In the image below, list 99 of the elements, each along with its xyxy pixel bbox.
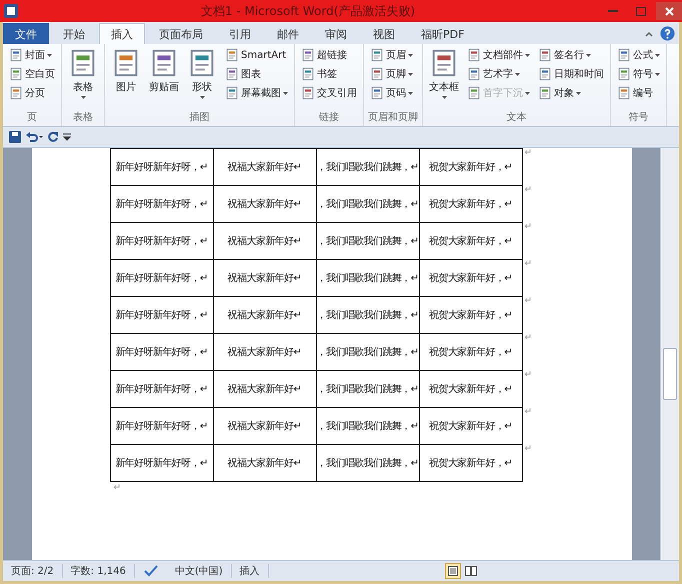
ribbon-tab[interactable]: 页面布局: [147, 23, 215, 44]
ribbon-button[interactable]: 空白页: [7, 65, 57, 83]
scrollbar[interactable]: [660, 148, 679, 560]
document-icon: [9, 48, 23, 62]
page-count: 页面: 2/2: [3, 564, 63, 578]
row-end-mark: ↵: [524, 222, 532, 232]
document-icon: [467, 67, 481, 81]
document-icon: [370, 48, 384, 62]
ribbon-button[interactable]: 交叉引用: [299, 84, 359, 102]
table-cell: 祝贺大家新年好，↵: [418, 148, 522, 186]
proofing-icon[interactable]: [142, 564, 159, 578]
group-label: 文本: [506, 110, 528, 125]
undo-icon[interactable]: [25, 131, 43, 143]
paragraph-mark: ↵: [114, 483, 122, 493]
group-label: 页: [26, 111, 38, 125]
scroll-thumb[interactable]: [663, 348, 677, 400]
ribbon-button[interactable]: 页脚: [368, 65, 415, 83]
ribbon-tab[interactable]: 审阅: [313, 23, 359, 44]
customize-icon[interactable]: [63, 133, 71, 141]
row-end-mark: ↵: [524, 370, 532, 380]
document-icon: [538, 86, 552, 100]
ribbon-button[interactable]: 编号: [615, 84, 662, 102]
app-icon: [4, 4, 18, 18]
ribbon-button[interactable]: 剪贴画: [147, 46, 181, 110]
ribbon-button[interactable]: 封面: [7, 46, 57, 64]
ribbon-button[interactable]: 超链接: [299, 46, 359, 64]
document-icon: [9, 67, 23, 81]
ribbon-button[interactable]: 形状: [185, 46, 219, 110]
ribbon-tab[interactable]: 邮件: [265, 23, 311, 44]
row-end-mark: ↵: [524, 148, 532, 158]
ribbon-tab[interactable]: 引用: [217, 23, 263, 44]
table-cell: 祝贺大家新年好，↵: [418, 444, 522, 482]
table-cell: 新年好呀新年好呀，↵: [110, 148, 214, 186]
row-end-mark: ↵: [524, 185, 532, 195]
book-icon: [465, 566, 477, 576]
ribbon-tab[interactable]: 开始: [51, 23, 97, 44]
document-icon: [467, 48, 481, 62]
document-icon: [617, 67, 631, 81]
document-icon: [9, 86, 23, 100]
ribbon-button[interactable]: 文档部件: [465, 46, 532, 64]
document-icon: [370, 67, 384, 81]
document-icon: [301, 67, 315, 81]
collapse-ribbon-icon[interactable]: [644, 29, 654, 39]
reading-view-button[interactable]: [463, 563, 479, 579]
document-icon: [617, 48, 631, 62]
document-icon: [301, 86, 315, 100]
document-icon: [225, 86, 239, 100]
document-icon: [370, 86, 384, 100]
document-icon: [467, 86, 481, 100]
document-icon: [617, 86, 631, 100]
insert-mode: 插入: [232, 564, 269, 578]
ribbon-button[interactable]: 页码: [368, 84, 415, 102]
row-end-mark: ↵: [524, 333, 532, 343]
document-icon: [225, 67, 239, 81]
ribbon-tab[interactable]: 文件: [3, 23, 49, 44]
document-icon: [538, 67, 552, 81]
document-icon: [225, 48, 239, 62]
ribbon-button[interactable]: 屏幕截图: [223, 84, 290, 102]
group-label: 符号: [628, 111, 650, 125]
ribbon-button[interactable]: 符号: [615, 65, 662, 83]
ribbon-button[interactable]: 对象: [536, 84, 606, 102]
ribbon-button[interactable]: 图片: [109, 46, 143, 110]
group-label: 表格: [72, 110, 94, 125]
close-button[interactable]: [656, 2, 682, 20]
group-label: 插图: [188, 111, 210, 125]
language: 中文(中国): [166, 564, 232, 578]
ribbon-button[interactable]: 表格: [66, 46, 100, 110]
help-icon[interactable]: [660, 26, 675, 41]
minimize-icon: [608, 9, 618, 13]
ribbon-button[interactable]: 页眉: [368, 46, 415, 64]
row-end-mark: ↵: [524, 259, 532, 269]
document-icon: [301, 48, 315, 62]
ribbon-button[interactable]: 书签: [299, 65, 359, 83]
ribbon-tab[interactable]: 视图: [361, 23, 407, 44]
page-icon: [448, 566, 458, 576]
ribbon-button[interactable]: 图表: [223, 65, 290, 83]
row-end-mark: ↵: [524, 296, 532, 306]
ribbon-button[interactable]: 签名行: [536, 46, 606, 64]
document-icon: [538, 48, 552, 62]
ribbon-button[interactable]: 艺术字: [465, 65, 532, 83]
row-end-mark: ↵: [524, 407, 532, 417]
table-cell: 新年好呀新年好呀，↵: [110, 444, 214, 482]
ribbon-button[interactable]: 分页: [7, 84, 57, 102]
ribbon-button[interactable]: 日期和时间: [536, 65, 606, 83]
ribbon-tab[interactable]: 福昕PDF: [409, 23, 476, 44]
group-label: 链接: [318, 110, 340, 125]
redo-icon[interactable]: [47, 131, 59, 143]
ribbon-button[interactable]: 公式: [615, 46, 662, 64]
print-layout-button[interactable]: [445, 563, 461, 579]
window-title: 文档1 - Microsoft Word(产品激活失败): [200, 2, 416, 20]
maximize-icon: [636, 6, 646, 16]
ribbon-tab[interactable]: 插入: [99, 23, 145, 44]
ribbon-button[interactable]: 文本框: [427, 46, 461, 110]
group-label: 页眉和页脚: [368, 110, 418, 125]
ribbon-button[interactable]: SmartArt: [223, 46, 290, 64]
save-icon[interactable]: [9, 131, 21, 143]
row-end-mark: ↵: [524, 444, 532, 454]
word-count: 字数: 1,146: [62, 564, 135, 578]
close-icon: [664, 6, 674, 16]
